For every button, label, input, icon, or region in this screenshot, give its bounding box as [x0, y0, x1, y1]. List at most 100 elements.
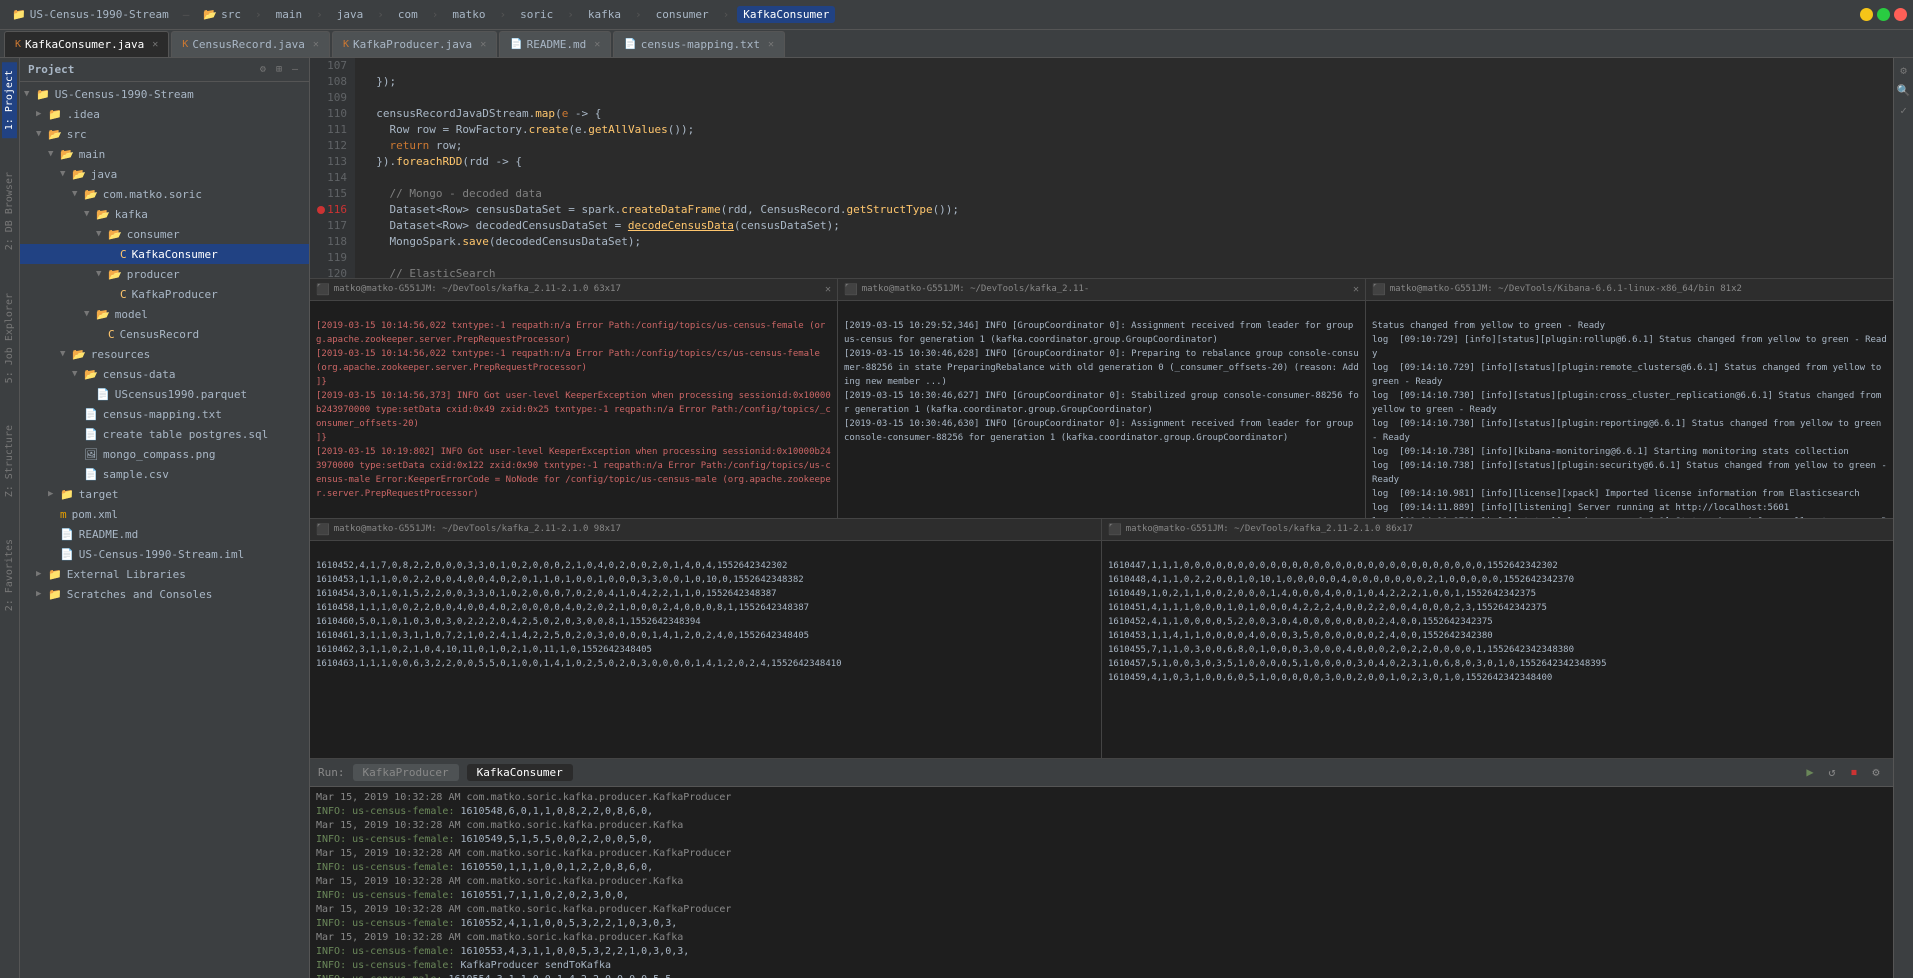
tree-item-src[interactable]: ▼ 📂 src	[20, 124, 309, 144]
pq-icon: 📄	[96, 388, 110, 401]
tree-item-producer[interactable]: ▼ 📂 producer	[20, 264, 309, 284]
project-path-item[interactable]: 📁 US-Census-1990-Stream	[6, 6, 175, 23]
tree-item-model[interactable]: ▼ 📂 model	[20, 304, 309, 324]
consumer-label-tree: consumer	[127, 228, 180, 241]
tab-readme[interactable]: 📄 README.md ✕	[499, 31, 611, 57]
terminal-pane3-header: ⬛ matko@matko-G551JM: ~/DevTools/Kibana-…	[1366, 279, 1893, 301]
tab-kafkaproducer[interactable]: K KafkaProducer.java ✕	[332, 31, 497, 57]
close-btn[interactable]	[1894, 8, 1907, 21]
tab-close-4[interactable]: ✕	[768, 39, 774, 50]
tree-item-extlibs[interactable]: ▶ 📁 External Libraries	[20, 564, 309, 584]
folder-icon: 📂	[203, 8, 217, 21]
main-icon: 📂	[60, 148, 74, 161]
window-controls	[1860, 8, 1907, 21]
matko-path[interactable]: matko	[446, 6, 491, 23]
right-icon-1[interactable]: ⚙	[1896, 62, 1912, 78]
src-path[interactable]: 📂 src	[197, 6, 247, 23]
terminal2-icon: ⬛	[844, 283, 858, 296]
tree-item-csv[interactable]: 📄 sample.csv	[20, 464, 309, 484]
tab-close-3[interactable]: ✕	[594, 39, 600, 50]
tab-close-0[interactable]: ✕	[152, 39, 158, 50]
sidebar-settings-btn[interactable]: ⚙	[257, 63, 269, 76]
tree-item-censusrecord[interactable]: C CensusRecord	[20, 324, 309, 344]
tree-item-png[interactable]: 🖼 mongo_compass.png	[20, 444, 309, 464]
db-browser-tab[interactable]: 2: DB Browser	[2, 164, 17, 258]
run-stop-btn[interactable]: ⏹	[1845, 763, 1863, 781]
tree-item-consumer[interactable]: ▼ 📂 consumer	[20, 224, 309, 244]
tree-item-censusdata[interactable]: ▼ 📂 census-data	[20, 364, 309, 384]
minimize-btn[interactable]	[1860, 8, 1873, 21]
tree-item-com[interactable]: ▼ 📂 com.matko.soric	[20, 184, 309, 204]
tab-kafkaconsumer[interactable]: K KafkaConsumer.java ✕	[4, 31, 169, 57]
root-label: US-Census-1990-Stream	[55, 88, 194, 101]
consumer-path[interactable]: consumer	[650, 6, 715, 23]
log-output[interactable]: Mar 15, 2019 10:32:28 AM com.matko.soric…	[310, 787, 1893, 978]
soric-path[interactable]: soric	[514, 6, 559, 23]
classname-path[interactable]: KafkaConsumer	[737, 6, 835, 23]
project-tab[interactable]: 1: Project	[2, 62, 17, 138]
model-arrow: ▼	[84, 309, 94, 319]
tree-item-idea[interactable]: ▶ 📁 .idea	[20, 104, 309, 124]
sidebar-title: Project	[28, 63, 74, 76]
iml-icon: 📄	[60, 548, 74, 561]
tab-close-2[interactable]: ✕	[480, 39, 486, 50]
tree-item-pom[interactable]: m pom.xml	[20, 504, 309, 524]
favorites-tab[interactable]: 2: Favorites	[2, 531, 17, 619]
run-tab-kafkaproducer[interactable]: KafkaProducer	[353, 764, 459, 781]
tree-root[interactable]: ▼ 📁 US-Census-1990-Stream	[20, 84, 309, 104]
run-tab-kafkaconsumer[interactable]: KafkaConsumer	[467, 764, 573, 781]
readme-icon: 📄	[60, 528, 74, 541]
sidebar-expand-btn[interactable]: ⊞	[273, 63, 285, 76]
tree-item-kafkaconsumer[interactable]: C KafkaConsumer	[20, 244, 309, 264]
run-restart-btn[interactable]: ↺	[1823, 763, 1841, 781]
terminal-pane4-content[interactable]: 1610452,4,1,7,0,8,2,2,0,0,0,3,3,0,1,0,2,…	[310, 541, 1101, 758]
terminal-pane5-content[interactable]: 1610447,1,1,1,0,0,0,0,0,0,0,0,0,0,0,0,0,…	[1102, 541, 1893, 758]
tree-item-java[interactable]: ▼ 📂 java	[20, 164, 309, 184]
tree-item-scratches[interactable]: ▶ 📁 Scratches and Consoles	[20, 584, 309, 604]
right-icon-3[interactable]: ✓	[1896, 102, 1912, 118]
terminal-pane3-content[interactable]: Status changed from yellow to green - Re…	[1366, 301, 1893, 518]
top-bar: 📁 US-Census-1990-Stream – 📂 src › main ›…	[0, 0, 1913, 30]
tab-censusrecord[interactable]: K CensusRecord.java ✕	[171, 31, 330, 57]
tab-censusmapping[interactable]: 📄 census-mapping.txt ✕	[613, 31, 785, 57]
run-settings-btn[interactable]: ⚙	[1867, 763, 1885, 781]
terminal-pane2-content[interactable]: [2019-03-15 10:29:52,346] INFO [GroupCoo…	[838, 301, 1365, 518]
tab-close-1[interactable]: ✕	[313, 39, 319, 50]
editor-content: 107 108 109 110 111 112 113 114 115 116 …	[310, 58, 1893, 278]
sidebar-header: Project ⚙ ⊞ —	[20, 58, 309, 82]
tree-item-kafkaproducer[interactable]: C KafkaProducer	[20, 284, 309, 304]
log-line-3: INFO: us-census-female: 1610549,5,1,5,5,…	[316, 833, 1887, 847]
z-structure-tab[interactable]: Z: Structure	[2, 417, 17, 505]
run-play-btn[interactable]: ▶	[1801, 763, 1819, 781]
log-line-4: Mar 15, 2019 10:32:28 AM com.matko.soric…	[316, 847, 1887, 861]
tree-item-censusmapping[interactable]: 📄 census-mapping.txt	[20, 404, 309, 424]
tree-item-parquet[interactable]: 📄 UScensus1990.parquet	[20, 384, 309, 404]
right-icon-2[interactable]: 🔍	[1896, 82, 1912, 98]
tree-item-resources[interactable]: ▼ 📂 resources	[20, 344, 309, 364]
editor-area: 107 108 109 110 111 112 113 114 115 116 …	[310, 58, 1893, 978]
tree-item-readme[interactable]: 📄 README.md	[20, 524, 309, 544]
cd-arrow: ▼	[72, 369, 82, 379]
restore-btn[interactable]	[1877, 8, 1890, 21]
job-explorer-tab[interactable]: 5: Job Explorer	[2, 285, 17, 391]
terminal-pane5-title: matko@matko-G551JM: ~/DevTools/kafka_2.1…	[1126, 524, 1413, 534]
project-name: US-Census-1990-Stream	[30, 8, 169, 21]
code-editor[interactable]: }); censusRecordJavaDStream.map(e -> { R…	[355, 58, 1893, 278]
kafka-path[interactable]: kafka	[582, 6, 627, 23]
main-path[interactable]: main	[270, 6, 309, 23]
terminal-bottom-row: ⬛ matko@matko-G551JM: ~/DevTools/kafka_2…	[310, 518, 1893, 758]
terminal-pane2-close[interactable]: ✕	[1353, 284, 1359, 295]
tree-item-kafka[interactable]: ▼ 📂 kafka	[20, 204, 309, 224]
terminal-pane1-content[interactable]: [2019-03-15 10:14:56,022 txntype:-1 reqp…	[310, 301, 837, 518]
target-label: target	[79, 488, 119, 501]
sidebar-collapse-btn[interactable]: —	[289, 63, 301, 76]
tree-item-iml[interactable]: 📄 US-Census-1990-Stream.iml	[20, 544, 309, 564]
model-label-tree: model	[115, 308, 148, 321]
com-path[interactable]: com	[392, 6, 424, 23]
tree-item-main[interactable]: ▼ 📂 main	[20, 144, 309, 164]
terminal-pane1-close[interactable]: ✕	[825, 284, 831, 295]
java-path[interactable]: java	[331, 6, 370, 23]
tree-item-target[interactable]: ▶ 📁 target	[20, 484, 309, 504]
res-icon: 📂	[72, 348, 86, 361]
tree-item-sql[interactable]: 📄 create table postgres.sql	[20, 424, 309, 444]
